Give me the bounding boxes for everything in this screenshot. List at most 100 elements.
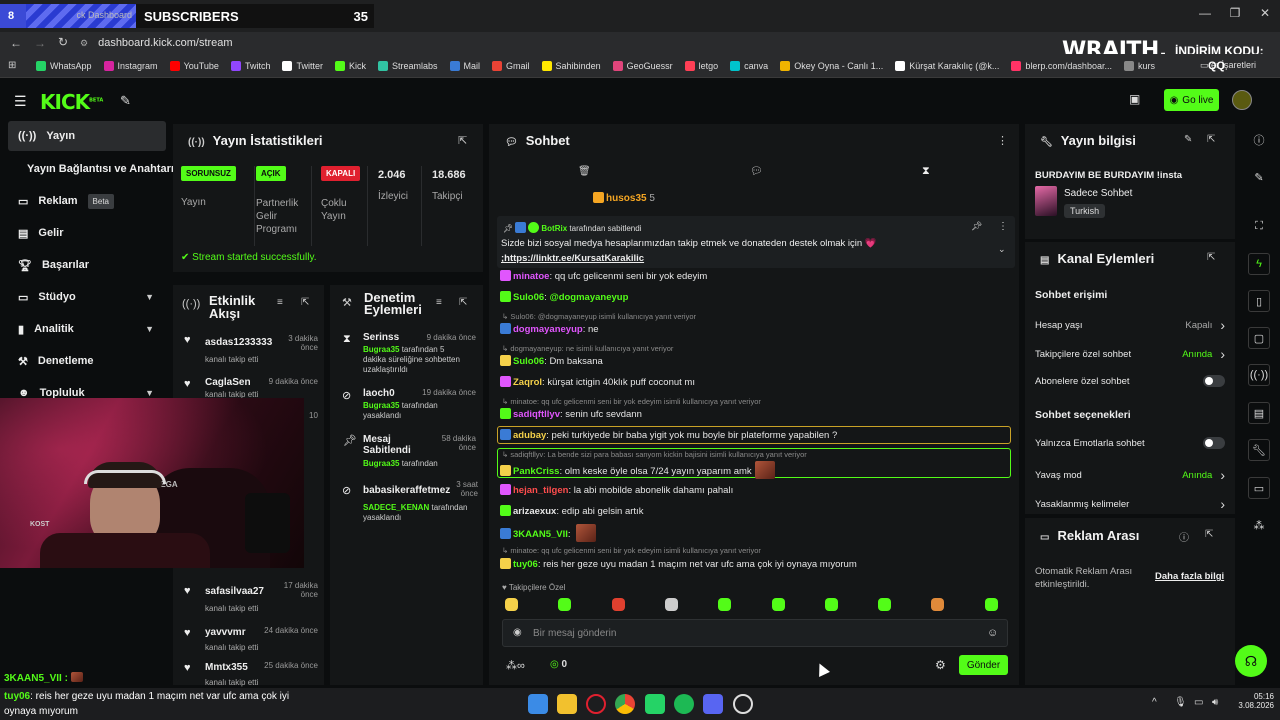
sidebar-item-stream-key[interactable]: Yayın Bağlantısı ve Anahtarı bbox=[8, 154, 174, 184]
emote-icon[interactable] bbox=[505, 598, 518, 611]
bookmark-item[interactable]: Instagram bbox=[103, 60, 158, 71]
hourglass-icon[interactable]: ⧗ bbox=[922, 165, 930, 178]
setting-row[interactable]: Yasaklanmış kelimeler › bbox=[1035, 496, 1225, 512]
more-info-link[interactable]: Daha fazla bilgi bbox=[1155, 571, 1224, 582]
kick-logo[interactable]: KICKBETA bbox=[40, 90, 103, 114]
puzzle-icon[interactable]: ⁂ bbox=[1248, 514, 1270, 536]
bookmark-item[interactable]: Okey Oyna - Canlı 1... bbox=[780, 60, 883, 71]
event-user[interactable]: CaglaSen bbox=[205, 377, 251, 388]
clock[interactable]: 05:16 3.08.2026 bbox=[1230, 692, 1274, 710]
chat-username[interactable]: minatoe bbox=[513, 271, 549, 282]
fullscreen-icon[interactable]: ⛶ bbox=[1248, 215, 1270, 237]
emote-icon[interactable] bbox=[931, 598, 945, 611]
bookmark-item[interactable]: GeoGuessr bbox=[612, 60, 673, 71]
emote-icon[interactable] bbox=[718, 598, 732, 611]
bookmark-item[interactable]: kurs bbox=[1123, 60, 1155, 71]
bookmark-item[interactable]: Mail bbox=[449, 60, 480, 71]
kick-points-icon[interactable]: ⁂∞ bbox=[506, 659, 525, 672]
sidebar-item-reklam[interactable]: ▭ Reklam Beta bbox=[8, 186, 166, 216]
lightning-icon[interactable]: ϟ bbox=[1248, 253, 1270, 275]
broadcast-icon[interactable]: ((·)) bbox=[1248, 364, 1270, 386]
event-user[interactable]: safasilvaa27 bbox=[205, 586, 264, 597]
opera-icon[interactable] bbox=[586, 694, 606, 714]
popout-icon[interactable]: ⇱ bbox=[1207, 134, 1215, 145]
document-icon[interactable]: ▯ bbox=[1248, 290, 1270, 312]
emote-icon[interactable] bbox=[984, 598, 998, 611]
chat-username[interactable]: Zaqrol bbox=[513, 377, 542, 388]
emote-icon[interactable] bbox=[611, 598, 625, 611]
chat-username[interactable]: adubay bbox=[513, 430, 546, 441]
chat-username[interactable]: arizaexux bbox=[513, 506, 556, 517]
bookmark-item[interactable]: blerp.com/dashboar... bbox=[1011, 60, 1112, 71]
chat-username[interactable]: Sulo06 bbox=[513, 292, 544, 303]
bookmark-item[interactable]: Streamlabs bbox=[377, 60, 438, 71]
event-user[interactable]: Mmtx355 bbox=[205, 662, 248, 673]
top-gifter-user[interactable]: husos35 bbox=[606, 193, 647, 204]
chat-bubble-icon[interactable]: 💬︎ bbox=[750, 166, 763, 177]
filter-icon[interactable]: ≡ bbox=[436, 297, 442, 308]
pin-icon[interactable]: 📌︎ bbox=[971, 221, 982, 232]
chat-username[interactable]: 3KAAN5_VII bbox=[513, 529, 568, 540]
bookmark-item[interactable]: WhatsApp bbox=[36, 60, 92, 71]
chat-input[interactable]: ◉ Bir mesaj gönderin ☺ bbox=[502, 619, 1008, 647]
filter-icon[interactable]: ≡ bbox=[277, 297, 283, 308]
gear-icon[interactable]: ⚙ bbox=[935, 658, 946, 672]
wrench-icon[interactable]: ✎ bbox=[120, 93, 131, 109]
event-user[interactable]: asdas1233333 bbox=[205, 337, 272, 348]
whatsapp-icon[interactable] bbox=[645, 694, 665, 714]
apps-grid-icon[interactable]: ⊞ bbox=[8, 60, 16, 71]
toggle-switch[interactable] bbox=[1203, 437, 1225, 449]
edit-icon[interactable]: ✎ bbox=[1184, 134, 1192, 145]
sidebar-item-denetleme[interactable]: ⚒ Denetleme bbox=[8, 346, 166, 376]
help-chat-icon[interactable]: ☊ bbox=[1235, 645, 1267, 677]
trash-icon[interactable]: 🗑︎ bbox=[578, 166, 591, 177]
mod-target[interactable]: Serinss bbox=[363, 332, 399, 343]
chat-username[interactable]: hejan_tilgen bbox=[513, 485, 568, 496]
back-icon[interactable]: ← bbox=[10, 36, 22, 50]
chrome-icon[interactable] bbox=[615, 694, 635, 714]
pinned-by-user[interactable]: BotRix bbox=[541, 224, 567, 233]
emote-icon[interactable] bbox=[878, 598, 892, 611]
setting-row[interactable]: Abonelere özel sohbet bbox=[1035, 375, 1225, 387]
emoji-icon[interactable]: ☺ bbox=[987, 627, 998, 639]
bookmark-item[interactable]: Kick bbox=[334, 60, 366, 71]
popout-icon[interactable]: ⇱ bbox=[1205, 529, 1213, 540]
emote-icon[interactable] bbox=[824, 598, 838, 611]
chevron-down-icon[interactable]: ⌄ bbox=[998, 244, 1006, 255]
chat-username[interactable]: Sulo06 bbox=[513, 356, 544, 367]
popout-icon[interactable]: ⇱ bbox=[459, 297, 467, 308]
emote-icon[interactable] bbox=[771, 598, 785, 611]
file-explorer-icon[interactable] bbox=[557, 694, 577, 714]
go-live-button[interactable]: ◉ Go live bbox=[1164, 89, 1219, 111]
hamburger-menu-icon[interactable]: ☰ bbox=[14, 93, 27, 110]
info-icon[interactable]: ⓘ bbox=[1179, 529, 1189, 544]
popout-icon[interactable]: ⇱ bbox=[1207, 252, 1215, 263]
emote-icon[interactable] bbox=[558, 598, 572, 611]
more-options-icon[interactable]: ⋮ bbox=[998, 221, 1008, 232]
setting-row[interactable]: Hesap yaşı Kapalı › bbox=[1035, 317, 1225, 333]
reload-icon[interactable]: ↻ bbox=[58, 35, 68, 49]
preview-icon[interactable]: ▣ bbox=[1129, 92, 1140, 106]
chat-username[interactable]: sadiqftllyv bbox=[513, 409, 560, 420]
network-icon[interactable]: ▭ bbox=[1194, 697, 1203, 708]
popout-icon[interactable]: ⇱ bbox=[301, 297, 309, 308]
mod-target[interactable]: babasikeraffetmez bbox=[363, 485, 450, 496]
pinned-link[interactable]: ;https://linktr.ee/KursatKarakilic bbox=[501, 253, 644, 264]
microphone-icon[interactable]: 🎙︎ bbox=[1174, 697, 1187, 708]
bookmark-item[interactable]: Gmail bbox=[492, 60, 530, 71]
discord-icon[interactable] bbox=[703, 694, 723, 714]
channel-points[interactable]: ◎ 0 bbox=[550, 659, 567, 670]
bookmark-item[interactable]: Twitter bbox=[282, 60, 323, 71]
bookmark-item[interactable]: Kürşat Karakılıç (@k... bbox=[895, 60, 999, 71]
list-icon[interactable]: ▤ bbox=[1248, 402, 1270, 424]
sidebar-item-yayin[interactable]: ((·)) Yayın bbox=[8, 121, 166, 151]
setting-row[interactable]: Yalnızca Emotlarla sohbet bbox=[1035, 437, 1225, 449]
bookmark-item[interactable]: letgo bbox=[684, 60, 718, 71]
chat-username[interactable]: dogmayaneyup bbox=[513, 324, 583, 335]
bookmark-item[interactable]: YouTube bbox=[169, 60, 219, 71]
ad-icon[interactable]: ▭ bbox=[1248, 477, 1270, 499]
sidebar-item-gelir[interactable]: ▤ Gelir bbox=[8, 218, 166, 248]
avatar[interactable] bbox=[1232, 90, 1252, 110]
close-icon[interactable]: ✕ bbox=[1250, 6, 1280, 20]
popout-icon[interactable]: ⇱ bbox=[458, 134, 467, 147]
